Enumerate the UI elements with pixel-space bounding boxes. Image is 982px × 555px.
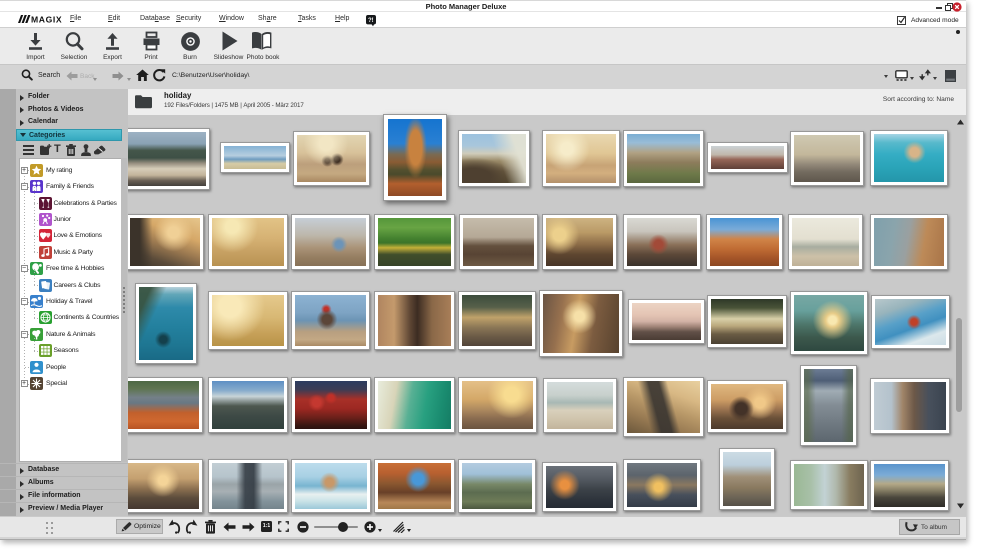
svg-text:MAGIX: MAGIX (31, 15, 62, 25)
svg-text:?!: ?! (368, 18, 374, 24)
